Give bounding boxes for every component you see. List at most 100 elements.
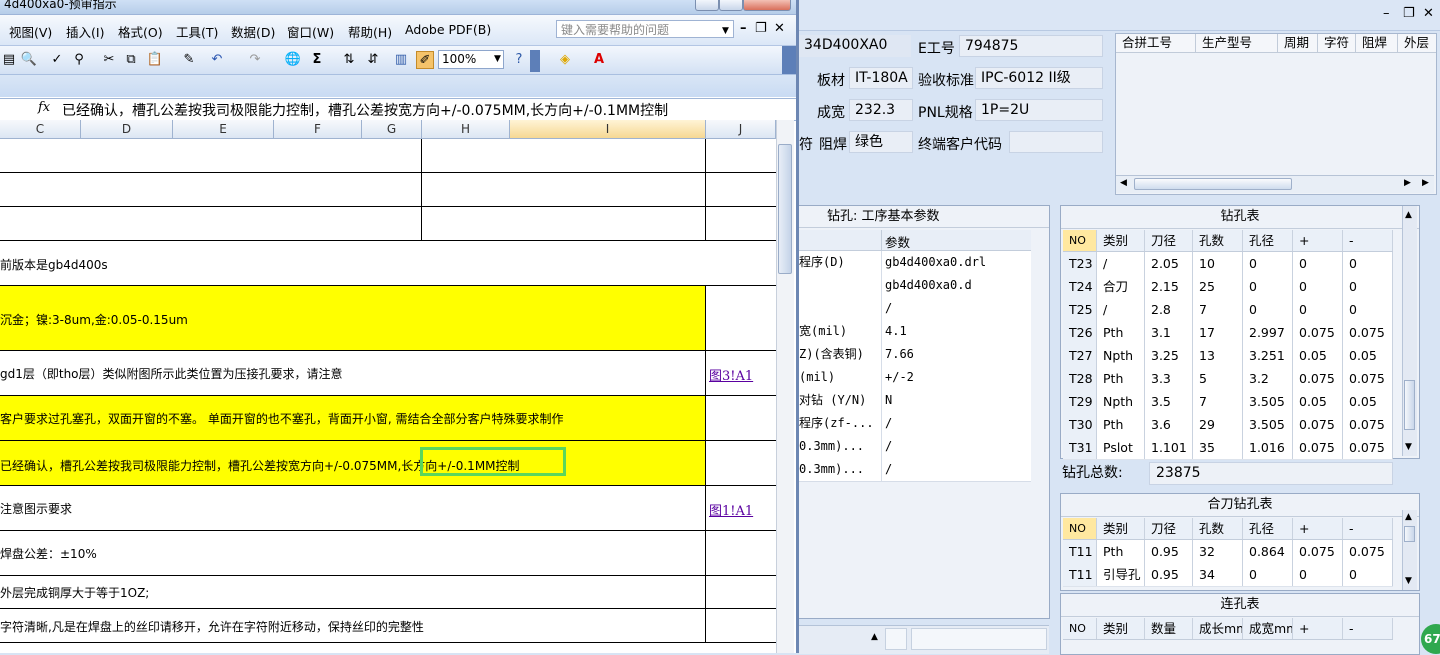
grid-header[interactable]: 字符 [1318,34,1356,52]
scroll-left-icon[interactable]: ◀ [1120,178,1127,188]
column-header-j[interactable]: J [706,120,776,138]
table-row[interactable]: T27 Npth 3.25 13 3.251 0.05 0.05 [1063,344,1393,368]
grid-header[interactable]: 生产型号 [1196,34,1278,52]
doc-close-icon[interactable]: ✕ [774,21,785,36]
table-row[interactable]: 外层完成铜厚大于等于1OZ; [0,576,776,609]
close-icon[interactable]: ✕ [1423,6,1434,21]
column-header[interactable]: + [1293,618,1343,639]
scroll-down-icon[interactable]: ▼ [1405,442,1412,452]
column-header[interactable]: + [1293,230,1343,251]
toolbar-options-icon[interactable] [530,50,540,72]
help-icon[interactable]: ? [510,51,528,69]
notification-badge[interactable]: 67 [1421,624,1440,654]
scrollbar-thumb[interactable] [778,144,792,274]
column-header[interactable]: 成宽mm [1243,618,1293,639]
column-header[interactable]: + [1293,518,1343,539]
param-row[interactable]: gb4d400xa0.d [799,274,1031,298]
scrollbar-thumb[interactable] [1404,526,1415,542]
vertical-scrollbar[interactable]: ▲ ▼ [1402,206,1417,456]
column-header[interactable]: 类别 [1097,618,1145,639]
column-header[interactable]: NO [1063,518,1097,539]
drawing-icon[interactable]: ✐ [416,51,434,69]
column-header[interactable]: - [1343,230,1393,251]
format-painter-icon[interactable]: ✎ [180,51,198,69]
column-header-d[interactable]: D [81,120,173,138]
column-header[interactable]: 类别 [1097,230,1145,251]
grid-header[interactable]: 合拼工号 [1116,34,1196,52]
table-row[interactable] [0,173,776,207]
param-row[interactable]: / [799,297,1031,321]
close-button[interactable] [743,0,791,11]
table-row[interactable]: 焊盘公差：±10% [0,531,776,576]
menu-format[interactable]: 格式(O) [118,22,163,41]
merge-drill-table[interactable]: 合刀钻孔表 NO 类别 刀径 孔数 孔径 + - T11 Pth 0.95 32 0.864 0.07… [1060,493,1420,591]
menu-adobe-pdf[interactable]: Adobe PDF(B) [405,22,491,37]
param-row[interactable]: 程序(zf-... / [799,412,1031,436]
undo-icon[interactable]: ↶ [208,51,226,69]
autosum-icon[interactable]: Σ [308,51,326,69]
worksheet-grid[interactable]: 前版本是gb4d400s 沉金；镍:3-8um,金:0.05-0.15um gd… [0,139,776,653]
maximize-button[interactable] [719,0,743,11]
cut-icon[interactable]: ✂ [100,51,118,69]
sort-ascending-icon[interactable]: ⇅ [340,51,358,69]
formula-input[interactable]: 已经确认，槽孔公差按我司极限能力控制，槽孔公差按宽方向+/-0.075MM,长方… [62,100,668,120]
help-dropdown-icon[interactable]: ▼ [722,26,729,36]
horizontal-scrollbar[interactable]: ◀ ▶ ▶ [1116,175,1434,193]
help-search-input[interactable]: 键入需要帮助的问题 [556,20,734,38]
spelling-icon[interactable]: ✓ [48,51,66,69]
zoom-dropdown-icon[interactable]: ▼ [494,54,501,64]
menu-insert[interactable]: 插入(I) [66,22,104,41]
column-header[interactable]: 类别 [1097,518,1145,539]
menu-tools[interactable]: 工具(T) [176,22,218,41]
grid-header[interactable]: 周期 [1278,34,1318,52]
table-row[interactable]: 已经确认，槽孔公差按我司极限能力控制，槽孔公差按宽方向+/-0.075MM,长方… [0,441,776,486]
menu-view[interactable]: 视图(V) [9,22,52,41]
column-header[interactable]: 孔径 [1243,230,1293,251]
scrollbar-thumb[interactable] [1404,380,1415,430]
connect-hole-table[interactable]: 连孔表 NO类别数量成长mm成宽mm+- [1060,593,1420,655]
table-row[interactable]: T26 Pth 3.1 17 2.997 0.075 0.075 [1063,321,1393,345]
font-color-icon[interactable]: A [590,51,608,69]
column-header[interactable]: 孔数 [1193,518,1243,539]
column-header[interactable]: 孔数 [1193,230,1243,251]
table-row[interactable]: gd1层（即tho层）类似附图所示此类位置为压接孔要求，请注意 图3!A1 [0,351,776,396]
column-header-h[interactable]: H [422,120,510,138]
vertical-scrollbar[interactable]: ▲ ▼ [1402,510,1417,590]
table-row[interactable]: T31 Pslot 1.101 35 1.016 0.075 0.075 [1063,436,1393,460]
table-row[interactable]: 前版本是gb4d400s [0,241,776,286]
column-header-f[interactable]: F [274,120,362,138]
param-row[interactable]: 0.3mm)... / [799,435,1031,459]
table-row[interactable]: T11 Pth 0.95 32 0.864 0.075 0.075 [1063,540,1393,564]
column-header[interactable]: 刀径 [1145,518,1193,539]
menu-window[interactable]: 窗口(W) [287,22,334,41]
column-header[interactable]: - [1343,618,1393,639]
param-row[interactable]: (mil) +/-2 [799,366,1031,390]
menu-help[interactable]: 帮助(H) [348,22,392,41]
grid-header[interactable]: 外层 [1398,34,1436,52]
grid-header[interactable]: 阻焊 [1356,34,1398,52]
chart-wizard-icon[interactable]: ▥ [392,51,410,69]
research-icon[interactable]: ⚲ [70,51,88,69]
drill-table[interactable]: 钻孔表 NO 类别 刀径 孔数 孔径 + - T23/2.05 10 0 0 0 T24 合刀 2.15 2… [1060,205,1420,460]
table-row[interactable]: 注意图示要求 图1!A1 [0,486,776,531]
table-row[interactable] [0,139,776,173]
column-header-e[interactable]: E [173,120,274,138]
table-row[interactable]: T11 引导孔 0.95 34 0 0 0 [1063,563,1393,587]
column-header-c[interactable]: C [0,120,81,138]
column-header[interactable]: - [1343,518,1393,539]
merge-job-grid[interactable]: 合拼工号 生产型号 周期 字符 阻焊 外层 ◀ ▶ ▶ [1115,33,1437,195]
scroll-down-icon[interactable]: ▼ [1405,576,1412,586]
param-row[interactable]: Z)(含表铜) 7.66 [799,343,1031,367]
table-row[interactable]: T24 合刀 2.15 25 0 0 0 [1063,275,1393,299]
fill-color-icon[interactable]: ◈ [556,51,574,69]
scroll-right-icon[interactable]: ▶ [1404,178,1411,188]
print-preview-icon[interactable]: 🔍 [20,51,38,69]
paste-icon[interactable]: 📋 [146,51,164,69]
table-row[interactable]: 字符清晰,凡是在焊盘上的丝印请移开，允许在字符附近移动，保持丝印的完整性 [0,609,776,643]
scroll-up-icon[interactable]: ▲ [871,632,878,642]
column-header[interactable]: NO [1063,618,1097,639]
table-row[interactable] [0,207,776,241]
scroll-end-icon[interactable]: ▶ [1422,178,1429,188]
param-row[interactable]: 0.3mm)... / [799,458,1031,482]
param-row[interactable]: 对钻 (Y/N) N [799,389,1031,413]
